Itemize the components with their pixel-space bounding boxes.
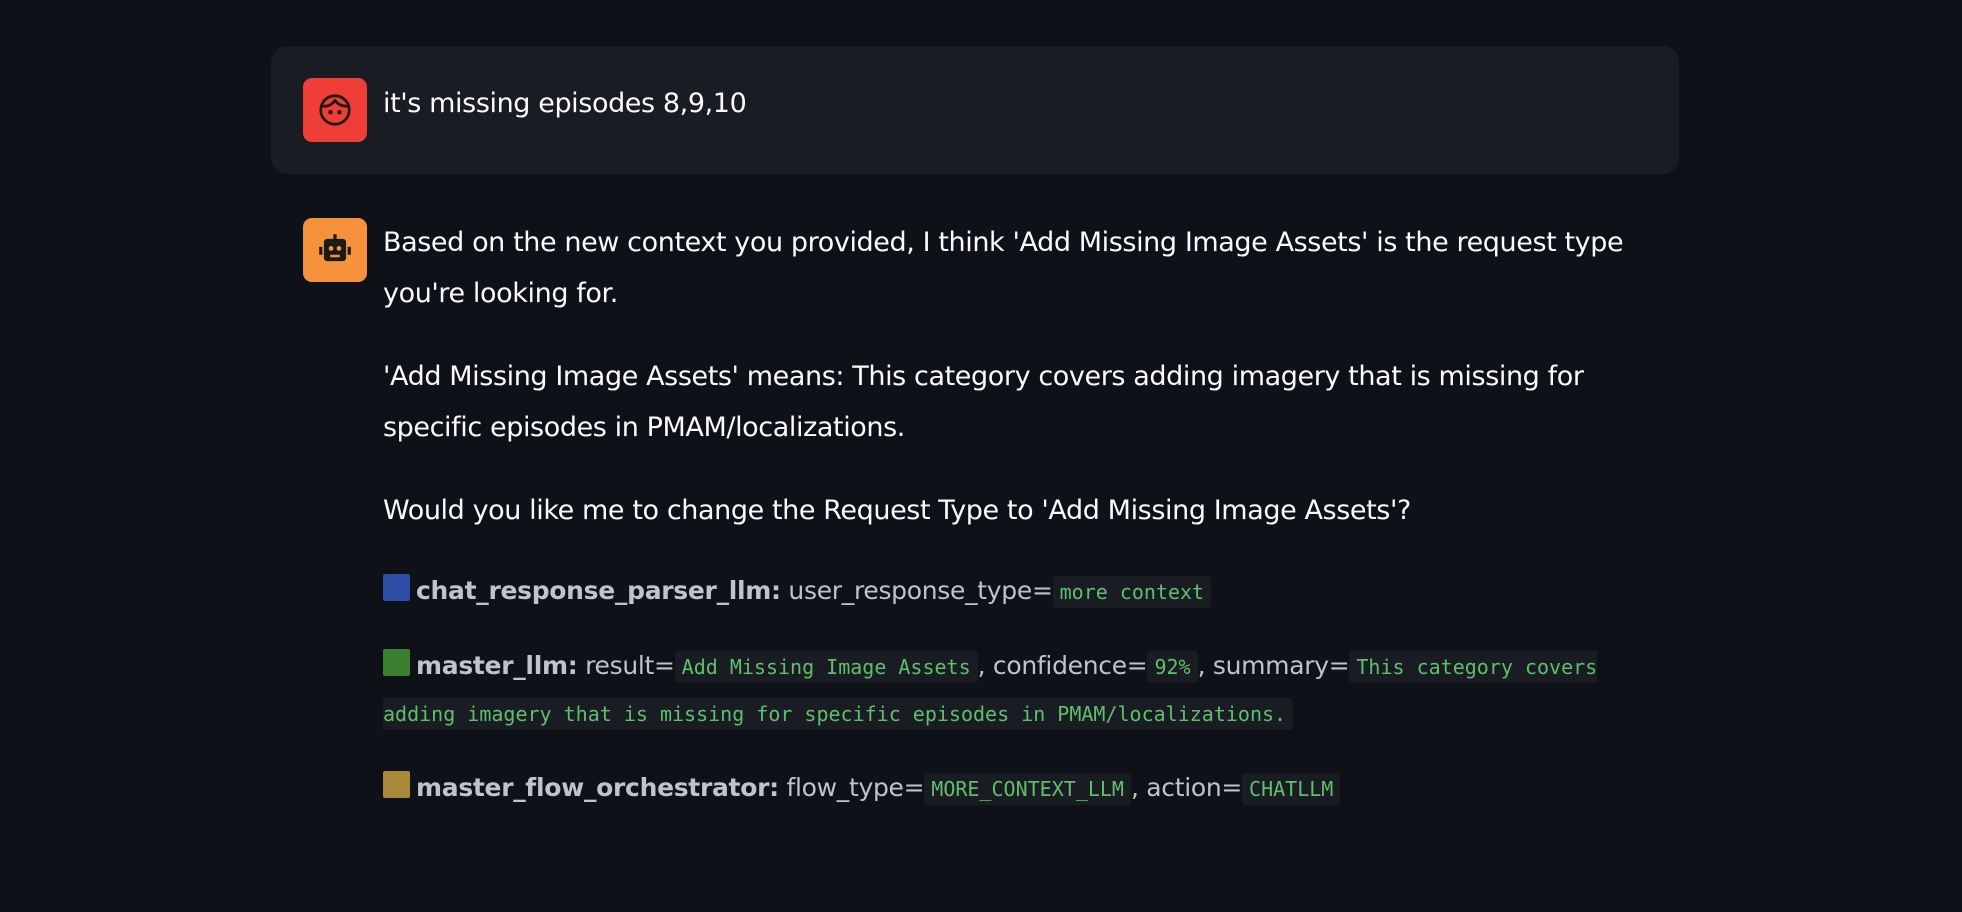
assistant-paragraph: 'Add Missing Image Assets' means: This c… — [383, 361, 1584, 443]
agent-name: master_flow_orchestrator: — [416, 773, 779, 802]
green-square-icon — [383, 649, 410, 676]
field-value: Add Missing Image Assets — [674, 651, 978, 683]
agent-name: master_llm: — [416, 651, 578, 680]
debug-line-chat-response-parser: chat_response_parser_llm: user_response_… — [383, 568, 1647, 615]
gold-square-icon — [383, 771, 410, 798]
field-value: 92% — [1147, 651, 1198, 683]
debug-line-master-llm: master_llm: result= Add Missing Image Ass… — [383, 643, 1647, 737]
assistant-message-content: Based on the new context you provided, I… — [383, 217, 1647, 812]
field-label: , summary= — [1197, 651, 1350, 680]
field-label: , confidence= — [977, 651, 1148, 680]
user-avatar — [303, 78, 367, 142]
assistant-message: Based on the new context you provided, I… — [271, 202, 1679, 856]
assistant-paragraph: Based on the new context you provided, I… — [383, 227, 1624, 309]
assistant-paragraph: Would you like me to change the Request … — [383, 495, 1411, 526]
field-label: , action= — [1130, 773, 1243, 802]
field-value: more context — [1052, 576, 1212, 608]
agent-name: chat_response_parser_llm: — [416, 576, 781, 605]
chat-container: it's missing episodes 8,9,10 Based on th… — [271, 46, 1679, 856]
user-message: it's missing episodes 8,9,10 — [271, 46, 1679, 174]
field-label: result= — [585, 651, 675, 680]
assistant-avatar — [303, 218, 367, 282]
user-message-text: it's missing episodes 8,9,10 — [383, 88, 747, 119]
field-value: CHATLLM — [1242, 773, 1341, 805]
field-label: flow_type= — [786, 773, 925, 802]
field-label: user_response_type= — [788, 576, 1053, 605]
blue-square-icon — [383, 574, 410, 601]
field-value: MORE_CONTEXT_LLM — [924, 773, 1131, 805]
user-face-icon — [319, 94, 351, 126]
debug-line-master-flow-orchestrator: master_flow_orchestrator: flow_type= MORE… — [383, 765, 1647, 812]
robot-icon — [319, 234, 351, 262]
